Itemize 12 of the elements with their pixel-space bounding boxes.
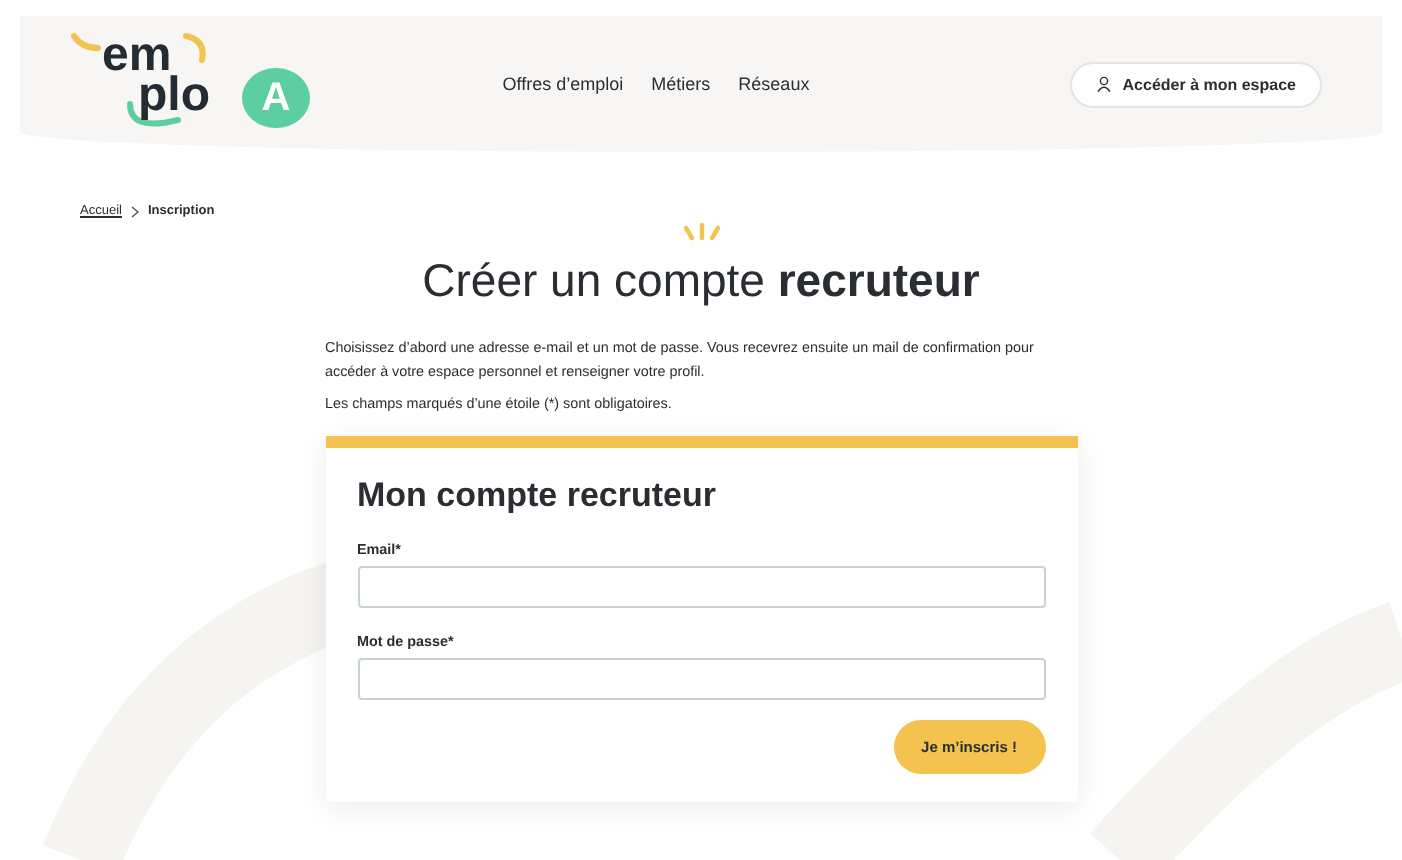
nav-link[interactable]: Réseaux xyxy=(738,74,810,94)
input-field[interactable] xyxy=(357,566,1045,608)
chevron-icon xyxy=(129,205,140,217)
user-icon xyxy=(1096,76,1113,92)
input-field[interactable] xyxy=(357,658,1045,700)
nav-link[interactable]: Métiers xyxy=(651,74,711,94)
form-title: Mon compte recruteur xyxy=(357,476,718,516)
nav-link[interactable]: Offres d’emploi xyxy=(502,74,624,94)
sparkle-icon xyxy=(679,222,723,242)
account-button[interactable]: Accéder à mon espace xyxy=(1070,61,1322,107)
logo[interactable]: em plo A xyxy=(70,24,330,144)
page-title: Créer un compte recruteur xyxy=(420,254,982,308)
